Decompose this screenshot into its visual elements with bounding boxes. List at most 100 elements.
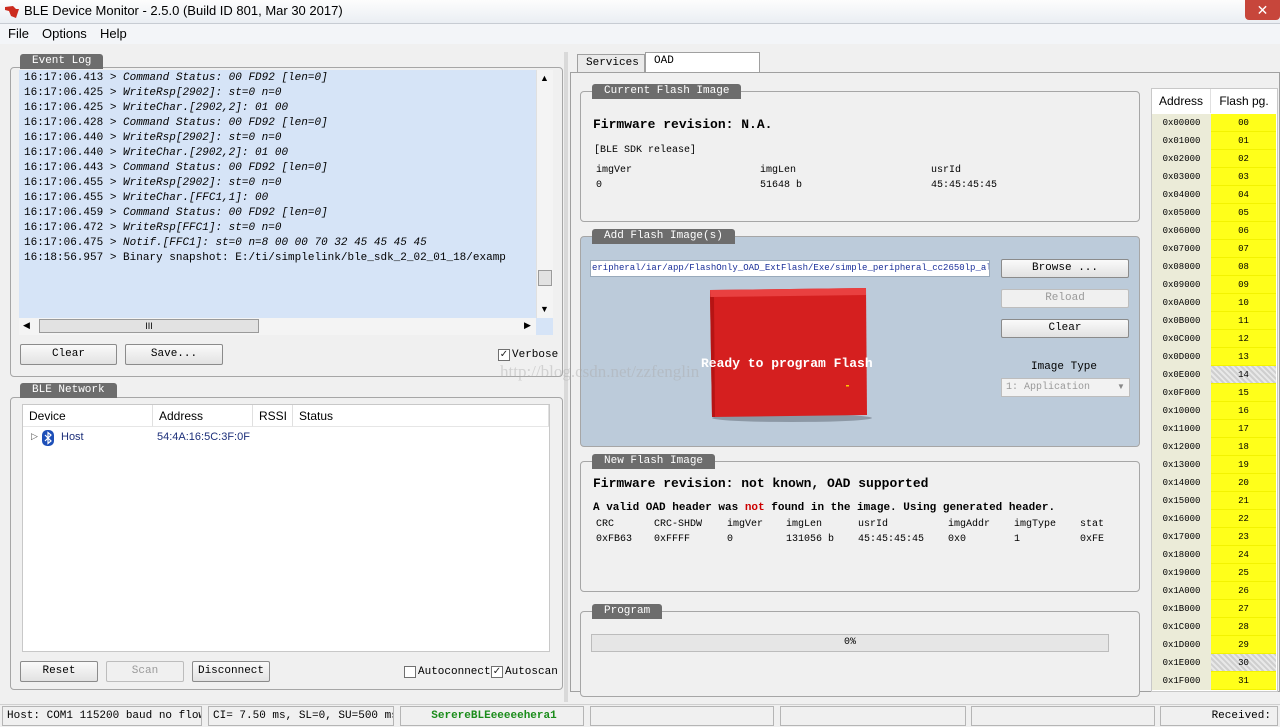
new-header-imgver: imgVer (727, 519, 764, 530)
table-row[interactable]: 0x11000 17 (1152, 420, 1277, 438)
flash-address: 0x18000 (1152, 546, 1211, 564)
table-row[interactable]: 0x10000 16 (1152, 402, 1277, 420)
current-flash-group (580, 91, 1140, 222)
table-row[interactable]: 0x06000 06 (1152, 222, 1277, 240)
event-log-title: Event Log (20, 54, 104, 69)
flash-page-number: 28 (1211, 618, 1276, 636)
expand-icon[interactable]: ▷ (31, 431, 38, 442)
log-message: Command Status: 00 FD92 [len=0] (123, 72, 328, 84)
autoconnect-checkbox[interactable] (404, 666, 416, 678)
warning-pre: A valid OAD header was (593, 502, 745, 514)
table-row[interactable]: 0x1D000 29 (1152, 636, 1277, 654)
table-row[interactable]: 0x00000 00 (1152, 114, 1277, 132)
disconnect-button[interactable]: Disconnect (192, 661, 270, 682)
scroll-right-icon[interactable]: ▶ (524, 320, 531, 331)
log-timestamp: 16:17:06.455 > (24, 192, 124, 204)
table-row[interactable]: 0x17000 23 (1152, 528, 1277, 546)
table-row[interactable]: 0x13000 19 (1152, 456, 1277, 474)
flash-page-number: 01 (1211, 132, 1276, 150)
cc2650-device-image (710, 288, 872, 422)
table-row[interactable]: 0x12000 18 (1152, 438, 1277, 456)
clear-log-button[interactable]: Clear (20, 344, 117, 365)
table-row[interactable]: 0x0E000 14 (1152, 366, 1277, 384)
scroll-thumb[interactable] (538, 270, 552, 286)
log-message: WriteChar.[2902,2]: 01 00 (123, 102, 289, 114)
flash-page-number: 02 (1211, 150, 1276, 168)
close-window-button[interactable]: ✕ (1245, 0, 1280, 20)
image-type-select[interactable]: 1: Application ▼ (1001, 378, 1130, 397)
menu-file[interactable]: File (8, 26, 29, 41)
scan-button[interactable]: Scan (106, 661, 184, 682)
flash-address: 0x11000 (1152, 420, 1211, 438)
save-log-button[interactable]: Save... (125, 344, 223, 365)
flash-page-number: 05 (1211, 204, 1276, 222)
col-address[interactable]: Address (153, 405, 253, 427)
table-row[interactable]: 0x0A000 10 (1152, 294, 1277, 312)
menu-help[interactable]: Help (100, 26, 127, 41)
status-empty-2 (780, 706, 966, 726)
table-row[interactable]: 0x02000 02 (1152, 150, 1277, 168)
browse-button[interactable]: Browse ... (1001, 259, 1129, 278)
flash-address: 0x07000 (1152, 240, 1211, 258)
col-device[interactable]: Device (23, 405, 153, 427)
table-row[interactable]: 0x09000 09 (1152, 276, 1277, 294)
table-row[interactable]: 0x1B000 27 (1152, 600, 1277, 618)
table-row[interactable]: 0x1C000 28 (1152, 618, 1277, 636)
verbose-checkbox[interactable]: ✓ (498, 349, 510, 361)
reload-button[interactable]: Reload (1001, 289, 1129, 308)
log-message: WriteRsp[2902]: st=0 n=0 (123, 177, 282, 189)
tab-oad-programming[interactable]: OAD Programming (645, 52, 760, 84)
table-row[interactable]: 0x0F000 15 (1152, 384, 1277, 402)
table-row[interactable]: 0x0C000 12 (1152, 330, 1277, 348)
table-row[interactable]: 0x1A000 26 (1152, 582, 1277, 600)
table-row[interactable]: 0x07000 07 (1152, 240, 1277, 258)
table-row[interactable]: ▷ Host 54:4A:16:5C:3F:0F (23, 429, 549, 447)
reset-button[interactable]: Reset (20, 661, 98, 682)
cur-header-imglen: imgLen (760, 165, 797, 176)
event-log-text[interactable]: 16:17:06.413 > Command Status: 00 FD92 [… (19, 70, 553, 320)
scroll-left-icon[interactable]: ◀ (23, 320, 30, 331)
table-row[interactable]: 0x1E000 30 (1152, 654, 1277, 672)
table-row[interactable]: 0x0B000 11 (1152, 312, 1277, 330)
flash-page-number: 19 (1211, 456, 1276, 474)
table-row[interactable]: 0x1F000 31 (1152, 672, 1277, 690)
hscroll-thumb[interactable]: III (39, 319, 259, 333)
table-row[interactable]: 0x03000 03 (1152, 168, 1277, 186)
status-received: Received: (1160, 706, 1278, 726)
table-row[interactable]: 0x18000 24 (1152, 546, 1277, 564)
table-row[interactable]: 0x16000 22 (1152, 510, 1277, 528)
menu-options[interactable]: Options (42, 26, 87, 41)
table-row[interactable]: 0x19000 25 (1152, 564, 1277, 582)
log-line: 16:17:06.425 > WriteChar.[2902,2]: 01 00 (24, 102, 288, 114)
table-row[interactable]: 0x01000 01 (1152, 132, 1277, 150)
new-value-imgtype: 1 (1014, 534, 1021, 545)
status-device: SerereBLEeeeeehera1 (400, 706, 584, 726)
scroll-down-icon[interactable]: ▼ (540, 304, 549, 314)
clear-image-button[interactable]: Clear (1001, 319, 1129, 338)
event-log-vscroll[interactable]: ▲ ▼ (536, 70, 553, 318)
autoscan-checkbox[interactable]: ✓ (491, 666, 503, 678)
table-row[interactable]: 0x04000 04 (1152, 186, 1277, 204)
image-path-input[interactable]: eripheral/iar/app/FlashOnly_OAD_ExtFlash… (590, 260, 990, 277)
col-flash-page-header[interactable]: Flash pg. (1211, 89, 1277, 113)
new-flash-title: New Flash Image (592, 454, 716, 469)
table-row[interactable]: 0x15000 21 (1152, 492, 1277, 510)
flash-address: 0x1C000 (1152, 618, 1211, 636)
col-address-header[interactable]: Address (1152, 89, 1211, 113)
flash-page-number: 14 (1211, 366, 1276, 384)
table-row[interactable]: 0x08000 08 (1152, 258, 1277, 276)
flash-address: 0x0F000 (1152, 384, 1211, 402)
log-message: Command Status: 00 FD92 [len=0] (123, 162, 328, 174)
flash-address: 0x00000 (1152, 114, 1211, 132)
col-rssi[interactable]: RSSI (253, 405, 293, 427)
scroll-up-icon[interactable]: ▲ (540, 73, 549, 83)
table-row[interactable]: 0x05000 05 (1152, 204, 1277, 222)
flash-page-number: 26 (1211, 582, 1276, 600)
tab-services[interactable]: Services (577, 54, 645, 72)
event-log-hscroll[interactable]: ◀ III ▶ (19, 318, 536, 335)
col-status[interactable]: Status (293, 405, 549, 427)
status-empty-3 (971, 706, 1155, 726)
table-row[interactable]: 0x14000 20 (1152, 474, 1277, 492)
table-row[interactable]: 0x0D000 13 (1152, 348, 1277, 366)
menu-bar: File Options Help (0, 24, 1280, 44)
